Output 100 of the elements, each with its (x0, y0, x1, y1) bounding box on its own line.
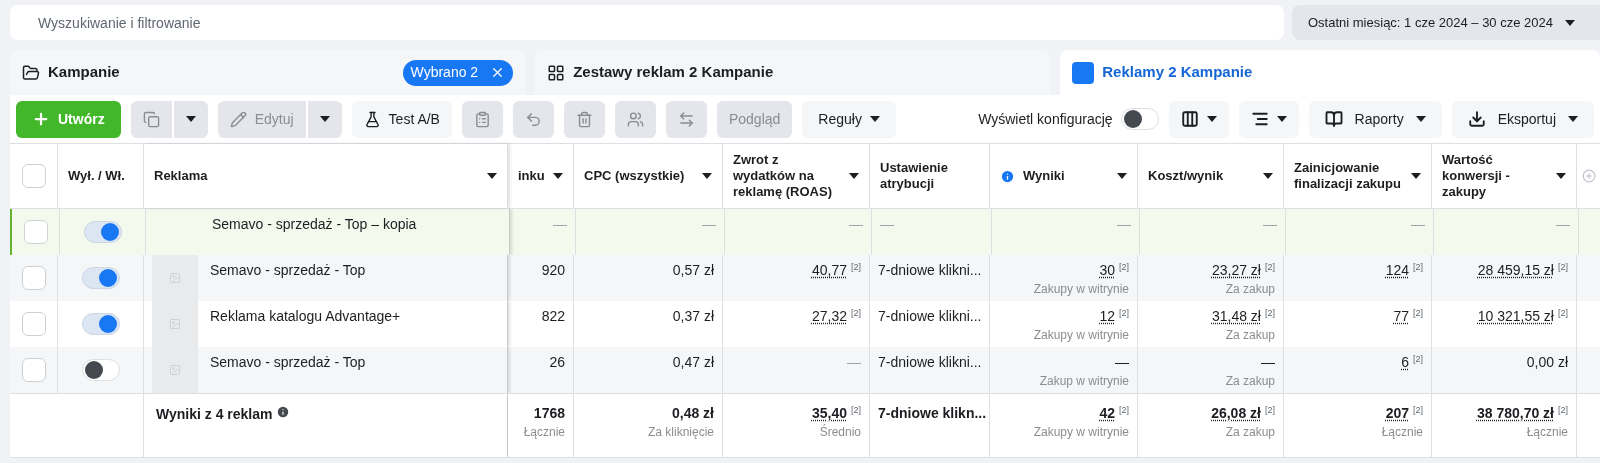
summary-label: Wyniki z 4 reklam (156, 405, 273, 424)
footnote-mark: [2] (851, 406, 861, 415)
footnote-mark: [2] (1558, 263, 1568, 272)
footnote-mark: [2] (1413, 406, 1423, 415)
cell-caption: Łącznie (1526, 425, 1568, 440)
footnote-mark: [2] (1119, 406, 1129, 415)
cell-value: 31,48 zł (1211, 307, 1261, 325)
trash-icon (575, 110, 593, 128)
caret-icon (849, 173, 859, 179)
info-icon (276, 405, 291, 419)
checkbox[interactable] (21, 266, 46, 290)
search-field[interactable]: Wyszukiwanie i filtrowanie (10, 5, 1284, 40)
info-icon (1000, 168, 1015, 184)
table-row[interactable]: Semavo - sprzedaż - Top – kopia — — — — — — — — (10, 209, 1600, 255)
column-header[interactable]: Zwrot z wydatków na reklamę (ROAS) (723, 144, 870, 208)
cell-value: — (553, 215, 567, 233)
toggle-switch[interactable] (83, 221, 122, 243)
caret-icon (869, 116, 880, 122)
ad-name[interactable]: Semavo - sprzedaż - Top (198, 255, 366, 279)
column-header[interactable]: Ustawienie atrybucji (870, 144, 990, 208)
cell-value: — (1263, 215, 1277, 233)
swap-icon (677, 110, 695, 128)
column-header[interactable]: Zainicjowanie finalizacji zakupu (1284, 144, 1432, 208)
caret-icon (1117, 173, 1127, 179)
checkbox[interactable] (21, 164, 46, 188)
caret-icon (1276, 116, 1287, 122)
caret-icon (553, 173, 563, 179)
table-row[interactable]: Semavo - sprzedaż - Top 920 0,57 zł 40,77 [2] 7-dniowe klikni... 30 [2] Zakupy w witrynie 23,27 zł [2] Za zakup 124 [2] 28 459,15 zł [2] (10, 255, 1600, 301)
selection-badge[interactable]: Wybrano 2 (402, 59, 514, 86)
cell-value: — (1261, 353, 1275, 371)
dropdown-button[interactable] (307, 100, 342, 138)
cell-value: 38 780,70 zł (1476, 404, 1554, 422)
cell-value: — (849, 215, 863, 233)
cell-value: — (847, 353, 861, 371)
cell-caption: Za zakup (1225, 374, 1275, 389)
footnote-mark: [2] (1265, 406, 1275, 415)
caret-icon (1565, 19, 1575, 26)
menu-dropdown[interactable]: Eksportuj (1451, 100, 1594, 138)
footnote-mark: [2] (1265, 309, 1275, 318)
tab[interactable]: Reklamy 2 Kampanie (1060, 50, 1600, 95)
column-header[interactable]: Koszt/wynik (1138, 144, 1284, 208)
cell-value: — (1556, 215, 1570, 233)
column-header[interactable]: Wył. / Wł. (58, 144, 144, 208)
cell-value: — (880, 215, 894, 233)
book-icon (1324, 110, 1343, 128)
cell-value: 6 (1401, 353, 1409, 371)
column-header[interactable]: inku (508, 144, 574, 208)
cell-value: — (1117, 215, 1131, 233)
caret-icon (1568, 116, 1578, 122)
caret-icon (185, 116, 196, 122)
tab[interactable]: Zestawy reklam 2 Kampanie (535, 50, 1051, 95)
grid-icon (547, 63, 566, 82)
caret-icon (1263, 173, 1273, 179)
checkbox[interactable] (21, 312, 46, 336)
download-icon (1467, 110, 1486, 128)
view-dropdown[interactable] (1238, 100, 1299, 138)
cell-value: — (1115, 353, 1129, 371)
toggle-switch[interactable] (81, 267, 120, 289)
cell-value: 0,00 zł (1526, 353, 1568, 371)
toggle-switch[interactable] (1120, 108, 1159, 130)
cell-value: 10 321,55 zł (1477, 307, 1554, 325)
add-column-icon (1581, 169, 1596, 183)
cell-value: — (1411, 215, 1425, 233)
rules-dropdown[interactable]: Reguły (802, 100, 896, 138)
ad-name[interactable]: Semavo - sprzedaż - Top (198, 347, 366, 371)
ad-name[interactable]: Reklama katalogu Advantage+ (198, 301, 401, 325)
cell-value: 7-dniowe klikni... (878, 261, 982, 279)
view-dropdown[interactable] (1168, 100, 1229, 138)
caret-icon (319, 116, 330, 122)
column-header[interactable]: Wartość konwersji - zakupy (1432, 144, 1577, 208)
toggle-switch[interactable] (81, 359, 120, 381)
menu-dropdown[interactable]: Raporty (1308, 100, 1442, 138)
cell-value: 35,40 (811, 404, 847, 422)
dropdown-button[interactable] (173, 100, 208, 138)
cell-value: 30 (1099, 261, 1115, 279)
table-row[interactable]: Semavo - sprzedaż - Top 26 0,47 zł — 7-dniowe klikni... — Zakup w witrynie — Za zakup 6 [2] 0,00 zł (10, 347, 1600, 393)
cell-value: 0,37 zł (672, 307, 714, 325)
ads-icon (1072, 61, 1095, 84)
checkbox[interactable] (21, 358, 46, 382)
breakdown-icon (1250, 110, 1269, 128)
caret-icon (1411, 173, 1421, 179)
date-range-dropdown[interactable]: Ostatni miesiąc: 1 cze 2024 – 30 cze 2024 (1292, 5, 1600, 40)
footnote-mark: [2] (1119, 309, 1129, 318)
cell-caption: Zakupy w witrynie (1033, 328, 1129, 343)
toolbar-button[interactable]: Test A/B (351, 100, 452, 138)
column-header[interactable]: CPC (wszystkie) (574, 144, 723, 208)
column-header[interactable]: Wyniki (990, 144, 1138, 208)
cell-caption: Zakupy w witrynie (1033, 425, 1129, 440)
column-header[interactable]: Reklama (144, 144, 508, 208)
ad-name[interactable]: Semavo - sprzedaż - Top – kopia (200, 209, 417, 233)
checkbox[interactable] (23, 220, 48, 244)
tab[interactable]: Kampanie Wybrano 2 (10, 50, 526, 95)
caret-icon (702, 173, 712, 179)
cell-value: 27,32 (811, 307, 847, 325)
footnote-mark: [2] (851, 263, 861, 272)
toggle-switch[interactable] (81, 313, 120, 335)
pencil-icon (229, 110, 247, 128)
footnote-mark: [2] (1558, 309, 1568, 318)
footnote-mark: [2] (1558, 406, 1568, 415)
cell-caption: Zakupy w witrynie (1033, 282, 1129, 297)
